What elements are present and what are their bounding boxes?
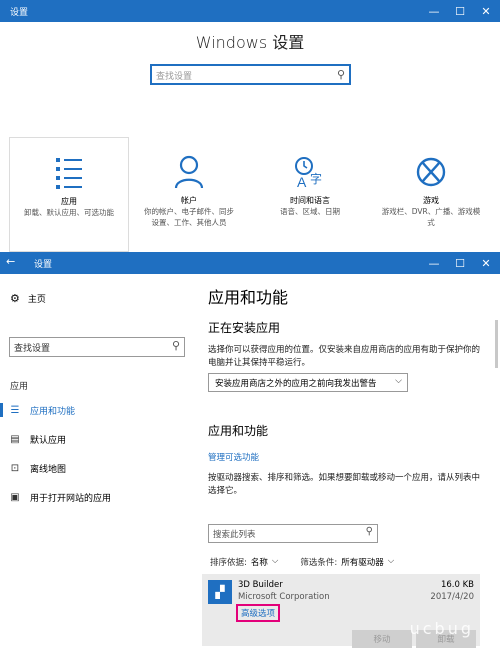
page-title: Windows 设置	[195, 33, 305, 52]
category-apps[interactable]: 应用 卸载、默认应用、可选功能	[9, 137, 129, 252]
category-name: 游戏	[423, 196, 439, 205]
3d-builder-icon: ▞	[208, 580, 232, 604]
category-desc: 你的帐户、电子邮件、同步设置、工作、其他人员	[144, 207, 234, 227]
sort-dropdown[interactable]: 名称	[251, 556, 268, 568]
search-placeholder: 搜索此列表	[213, 530, 256, 540]
page-title: 应用和功能	[208, 288, 289, 307]
minimize-button[interactable]: —	[422, 252, 446, 274]
app-list-search-input[interactable]: 搜索此列表 ⚲	[208, 524, 378, 543]
search-icon: ⚲	[171, 339, 180, 352]
move-button[interactable]: 移动	[352, 630, 412, 648]
dropdown-value: 安装应用商店之外的应用之前向我发出警告	[215, 379, 377, 389]
main-content: 应用和功能 正在安装应用 选择你可以获得应用的位置。仅安装来自应用商店的应用有助…	[200, 274, 500, 648]
apps-heading: 应用和功能	[208, 424, 269, 438]
install-source-dropdown[interactable]: 安装应用商店之外的应用之前向我发出警告 ⌵	[208, 373, 408, 392]
category-name: 帐户	[181, 196, 197, 205]
maximize-button[interactable]: ☐	[448, 0, 472, 22]
window-title: 设置	[10, 8, 29, 18]
apps-list-icon	[10, 156, 128, 192]
sidebar-search-input[interactable]: 查找设置 ⚲	[9, 337, 185, 357]
sidebar: ⚙ 主页 查找设置 ⚲ 应用 ☰ 应用和功能 ▤ 默认应用 ⊡ 离线地图 ▣ 用…	[0, 274, 190, 646]
category-time-language[interactable]: A 字 时间和语言 语音、区域、日期	[250, 137, 370, 252]
sidebar-item-apps-features[interactable]: ☰ 应用和功能	[0, 399, 190, 421]
sidebar-section-label: 应用	[10, 382, 29, 392]
advanced-options-link[interactable]: 高级选项	[236, 604, 281, 622]
minimize-button[interactable]: —	[422, 0, 446, 22]
app-name: 3D Builder	[238, 580, 283, 590]
close-button[interactable]: ✕	[474, 0, 498, 22]
category-gaming[interactable]: 游戏 游戏栏、DVR、广播、游戏模式	[372, 137, 490, 252]
install-heading: 正在安装应用	[208, 321, 281, 335]
sidebar-home[interactable]: ⚙ 主页	[10, 292, 46, 305]
sort-filter-row: 排序依据: 名称 ⌵ 筛选条件: 所有驱动器 ⌵	[210, 556, 394, 568]
app-publisher: Microsoft Corporation	[238, 592, 330, 602]
default-apps-icon: ▤	[10, 433, 20, 445]
xbox-icon	[372, 155, 490, 191]
back-button[interactable]: ←	[6, 255, 15, 268]
watermark: ucbug	[409, 619, 474, 638]
maximize-button[interactable]: ☐	[448, 252, 472, 274]
search-input[interactable]: 查找设置 ⚲	[150, 64, 351, 85]
chevron-down-icon: ⌵	[395, 376, 402, 386]
category-accounts[interactable]: 帐户 你的帐户、电子邮件、同步设置、工作、其他人员	[130, 137, 248, 252]
active-indicator	[0, 403, 3, 417]
time-language-icon: A 字	[250, 155, 370, 191]
search-icon: ⚲	[365, 526, 373, 537]
settings-home-window: 设置 — ☐ ✕ Windows 设置 查找设置 ⚲ 应用 卸载、默认应用、可选…	[0, 0, 500, 252]
title-bar: ← 设置 — ☐ ✕	[0, 252, 500, 274]
gear-icon: ⚙	[10, 292, 20, 305]
sort-label: 排序依据:	[210, 558, 247, 568]
sidebar-item-default-apps[interactable]: ▤ 默认应用	[0, 428, 190, 450]
chevron-down-icon: ⌵	[271, 556, 279, 566]
manage-optional-features-link[interactable]: 管理可选功能	[208, 451, 259, 463]
category-name: 应用	[61, 197, 77, 206]
filter-dropdown[interactable]: 所有驱动器	[341, 556, 384, 568]
category-desc: 语音、区域、日期	[280, 207, 340, 216]
sidebar-item-label: 用于打开网站的应用	[30, 493, 112, 504]
title-bar: 设置 — ☐ ✕	[0, 0, 500, 22]
app-size: 16.0 KB	[440, 580, 474, 590]
scrollbar-thumb[interactable]	[495, 320, 498, 368]
sidebar-item-label: 应用和功能	[30, 406, 76, 417]
search-placeholder: 查找设置	[14, 344, 51, 354]
app-list-item[interactable]: ▞ 3D Builder Microsoft Corporation 16.0 …	[202, 574, 480, 648]
install-description: 选择你可以获得应用的位置。仅安装来自应用商店的应用有助于保护你的电脑并让其保持平…	[208, 345, 481, 368]
category-desc: 游戏栏、DVR、广播、游戏模式	[381, 207, 481, 227]
svg-text:字: 字	[310, 171, 322, 186]
app-date: 2017/4/20	[430, 592, 474, 602]
svg-text:A: A	[297, 174, 307, 189]
sidebar-item-label: 离线地图	[30, 464, 67, 475]
map-icon: ⊡	[10, 462, 20, 474]
sidebar-item-web-apps[interactable]: ▣ 用于打开网站的应用	[0, 486, 190, 508]
sidebar-item-offline-maps[interactable]: ⊡ 离线地图	[0, 457, 190, 479]
close-button[interactable]: ✕	[474, 252, 498, 274]
apps-features-window: ← 设置 — ☐ ✕ ⚙ 主页 查找设置 ⚲ 应用 ☰ 应用和功能 ▤ 默认应用…	[0, 252, 500, 648]
category-name: 时间和语言	[290, 196, 330, 205]
category-desc: 卸载、默认应用、可选功能	[24, 208, 114, 217]
window-title: 设置	[34, 260, 53, 270]
web-apps-icon: ▣	[10, 491, 20, 503]
chevron-down-icon: ⌵	[387, 556, 395, 566]
search-placeholder: 查找设置	[156, 72, 193, 82]
list-icon: ☰	[10, 404, 20, 416]
apps-description: 按驱动器搜索、排序和筛选。如果想要卸载或移动一个应用，请从列表中选择它。	[208, 473, 481, 496]
sidebar-item-label: 默认应用	[30, 435, 67, 446]
person-icon	[130, 155, 248, 191]
filter-label: 筛选条件:	[300, 558, 338, 568]
search-icon: ⚲	[336, 68, 345, 81]
sidebar-home-label: 主页	[27, 295, 46, 305]
